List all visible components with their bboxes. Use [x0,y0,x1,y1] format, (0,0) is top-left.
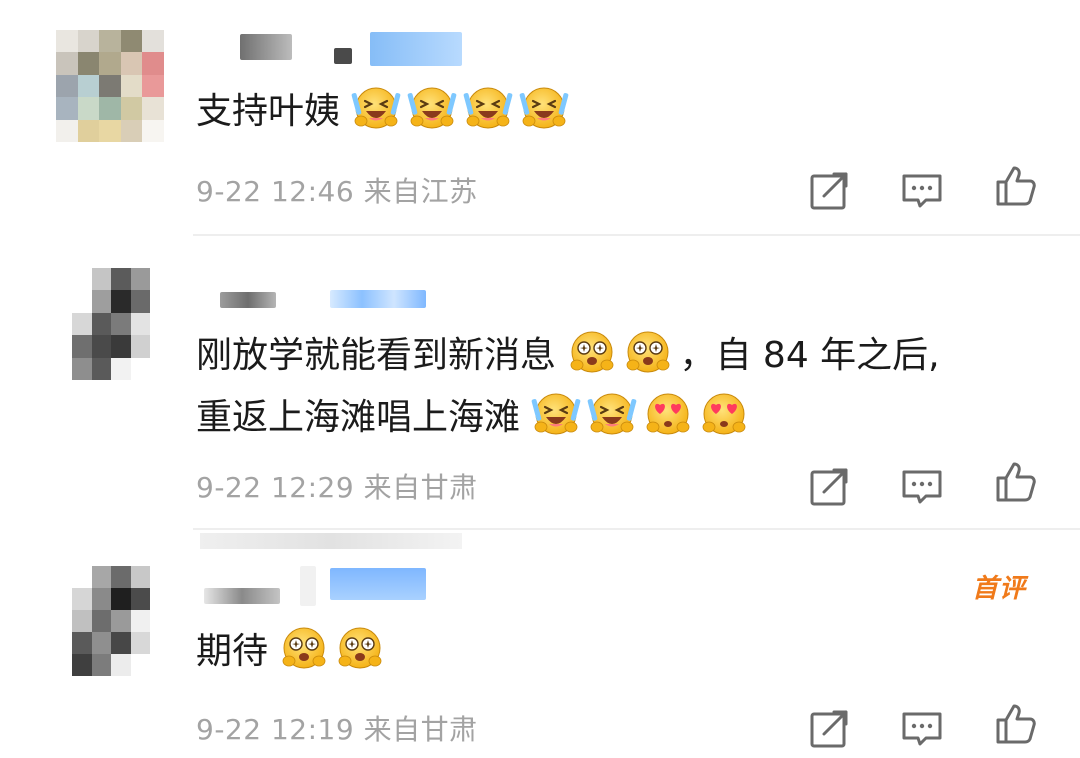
divider [193,528,1080,530]
grinning-tears-emoji [531,389,581,439]
comment-time: 12:19 [270,713,355,746]
first-comment-badge: 首评 [972,574,1027,604]
comment-icon[interactable] [898,166,946,214]
comment-location: 来自江苏 [363,175,478,208]
comment-location: 来自甘肃 [363,713,478,746]
username[interactable] [240,34,292,60]
comment-text-content: 重返上海滩唱上海滩 [196,397,521,438]
comment-text-content: 支持叶姨 [196,91,341,132]
username[interactable] [370,32,462,66]
grinning-tears-emoji [351,83,401,133]
avatar[interactable] [72,566,150,676]
comment-text: 期待 [196,622,391,682]
comment-meta: 9-22 12:46 来自江苏 [196,170,478,210]
comment-meta: 9-22 12:19 来自甘肃 [196,708,478,748]
comment-time: 12:29 [270,471,355,504]
grinning-tears-emoji [407,83,457,133]
comment-time: 12:46 [270,175,355,208]
like-icon[interactable] [992,700,1040,748]
blurred-strip [200,533,462,549]
grinning-tears-emoji [463,83,513,133]
comment-text-content: 刚放学就能看到新消息 [196,335,557,376]
comment-text-tail: ，自 84 年之后, [679,335,940,376]
avatar[interactable] [72,268,150,380]
heart-eyes-emoji [699,389,749,439]
comment-text-line-1: 刚放学就能看到新消息 ，自 84 年之后, [196,326,940,386]
divider [193,234,1080,236]
comment-text: 支持叶姨 [196,82,575,142]
like-icon[interactable] [992,458,1040,506]
username[interactable] [330,568,426,600]
comment-icon[interactable] [898,704,946,752]
share-icon[interactable] [806,166,854,214]
username[interactable] [204,588,280,604]
comment-text-line-2: 重返上海滩唱上海滩 [196,388,755,448]
sparkle-eyes-emoji [567,327,617,377]
grinning-tears-emoji [519,83,569,133]
sparkle-eyes-emoji [279,623,329,673]
sparkle-eyes-emoji [335,623,385,673]
like-icon[interactable] [992,162,1040,210]
share-icon[interactable] [806,462,854,510]
grinning-tears-emoji [587,389,637,439]
heart-eyes-emoji [643,389,693,439]
comment-date: 9-22 [196,175,262,208]
comment-meta: 9-22 12:29 来自甘肃 [196,466,478,506]
comment-location: 来自甘肃 [363,471,478,504]
username[interactable] [300,566,316,606]
comment-text-content: 期待 [196,631,269,672]
comment-date: 9-22 [196,713,262,746]
comment-icon[interactable] [898,462,946,510]
comment-date: 9-22 [196,471,262,504]
username[interactable] [334,48,352,64]
share-icon[interactable] [806,704,854,752]
username[interactable] [330,290,426,308]
username[interactable] [220,292,276,308]
sparkle-eyes-emoji [623,327,673,377]
avatar[interactable] [56,30,164,142]
